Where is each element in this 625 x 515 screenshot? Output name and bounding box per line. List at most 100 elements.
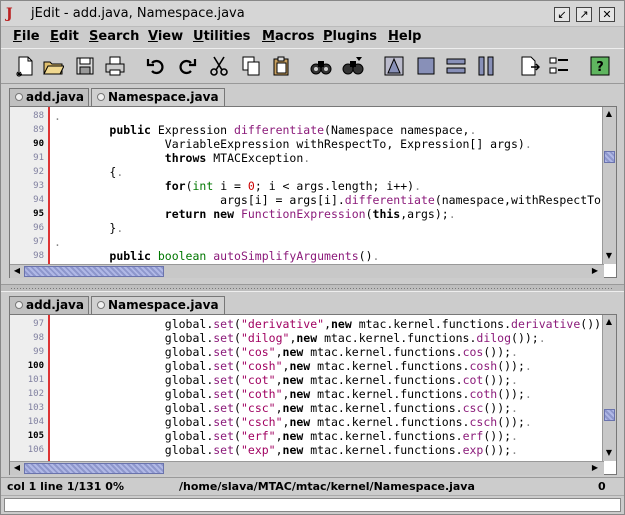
code-line[interactable]: global.set("cos",new mtac.kernel.functio… bbox=[54, 345, 518, 359]
code-token: . bbox=[524, 359, 532, 373]
code-line[interactable]: global.set("dilog",new mtac.kernel.funct… bbox=[54, 331, 546, 345]
code-line[interactable]: {. bbox=[54, 165, 123, 179]
code-line[interactable]: global.set("derivative",new mtac.kernel.… bbox=[54, 317, 601, 331]
cut-icon[interactable] bbox=[207, 54, 231, 78]
scroll-down-arrow[interactable]: ▼ bbox=[603, 447, 615, 459]
code-line[interactable]: global.set("csc",new mtac.kernel.functio… bbox=[54, 401, 518, 415]
tab-namespace-java[interactable]: Namespace.java bbox=[91, 296, 225, 314]
close-button[interactable]: ✕ bbox=[599, 7, 615, 22]
horizontal-split-icon[interactable] bbox=[444, 54, 468, 78]
code-line[interactable]: args[i] = args[i].differentiate(namespac… bbox=[54, 193, 601, 207]
print-icon[interactable] bbox=[103, 54, 127, 78]
scroll-thumb[interactable] bbox=[24, 463, 164, 474]
code-text-area[interactable]: . public Expression differentiate(Namesp… bbox=[54, 107, 604, 264]
buffer-icon[interactable] bbox=[517, 54, 541, 78]
code-line[interactable]: global.set("cosh",new mtac.kernel.functi… bbox=[54, 359, 532, 373]
tab-add-java[interactable]: add.java bbox=[9, 88, 89, 106]
scroll-thumb[interactable] bbox=[604, 409, 615, 421]
code-token: set bbox=[213, 373, 235, 387]
line-number: 90 bbox=[33, 139, 44, 149]
code-line[interactable]: return new FunctionExpression(this,args)… bbox=[54, 207, 456, 221]
menu-file[interactable]: File bbox=[13, 29, 40, 44]
code-line[interactable]: for(int i = 0; i < args.length; i++). bbox=[54, 179, 421, 193]
code-text-area[interactable]: global.set("derivative",new mtac.kernel.… bbox=[54, 315, 604, 461]
menu-search[interactable]: Search bbox=[89, 29, 139, 44]
scroll-thumb[interactable] bbox=[604, 151, 615, 163]
code-line[interactable]: . bbox=[54, 235, 61, 249]
tab-add-java[interactable]: add.java bbox=[9, 296, 89, 314]
horizontal-scrollbar[interactable]: ◀ ▶ bbox=[10, 264, 604, 278]
code-line[interactable]: global.set("cot",new mtac.kernel.functio… bbox=[54, 373, 518, 387]
open-file-icon[interactable] bbox=[41, 54, 65, 78]
paste-icon[interactable] bbox=[269, 54, 293, 78]
minimize-button[interactable]: ↙ bbox=[554, 7, 570, 22]
scroll-up-arrow[interactable]: ▲ bbox=[603, 316, 615, 328]
code-line[interactable]: global.set("csch",new mtac.kernel.functi… bbox=[54, 415, 532, 429]
pane-splitter[interactable] bbox=[1, 284, 624, 292]
menu-macros[interactable]: Macros bbox=[262, 29, 315, 44]
new-file-icon[interactable] bbox=[13, 54, 37, 78]
menu-view[interactable]: View bbox=[148, 29, 183, 44]
code-token: ( bbox=[234, 387, 241, 401]
code-token: ()) bbox=[580, 317, 602, 331]
vertical-scrollbar[interactable]: ▲ ▼ bbox=[602, 315, 616, 461]
code-token: ( bbox=[185, 179, 193, 193]
line-number: 93 bbox=[33, 181, 44, 191]
line-number-gutter[interactable]: 88 89 90 91 92 93 94 95 96 97 98 bbox=[10, 107, 50, 264]
caret-position-status: col 1 line 1/131 0% bbox=[7, 480, 124, 493]
code-token: mtac.kernel.functions. bbox=[317, 359, 470, 373]
vertical-scrollbar[interactable]: ▲ ▼ bbox=[602, 107, 616, 264]
scroll-thumb[interactable] bbox=[24, 266, 164, 277]
code-token: for bbox=[164, 179, 186, 193]
undo-icon[interactable] bbox=[144, 54, 168, 78]
top-editor-pane[interactable]: 88 89 90 91 92 93 94 95 96 97 98 . public Expressi… bbox=[9, 106, 617, 278]
scroll-left-arrow[interactable]: ◀ bbox=[11, 265, 23, 277]
scroll-down-arrow[interactable]: ▼ bbox=[603, 250, 615, 262]
code-token: . bbox=[524, 415, 532, 429]
code-token: . bbox=[448, 207, 456, 221]
code-line[interactable]: public Expression differentiate(Namespac… bbox=[54, 123, 476, 137]
code-token: args[i] = args[i]. bbox=[54, 193, 345, 207]
code-line[interactable]: . bbox=[54, 109, 61, 123]
code-token: "csc" bbox=[240, 401, 276, 415]
code-token: set bbox=[213, 443, 235, 457]
menu-utilities[interactable]: Utilities bbox=[193, 29, 250, 44]
code-token: global. bbox=[54, 331, 214, 345]
code-line[interactable]: global.set("coth",new mtac.kernel.functi… bbox=[54, 387, 532, 401]
scroll-up-arrow[interactable]: ▲ bbox=[603, 108, 615, 120]
help-icon[interactable]: ? bbox=[588, 54, 612, 78]
maximize-button[interactable]: ↗ bbox=[576, 7, 592, 22]
tab-namespace-java[interactable]: Namespace.java bbox=[91, 88, 225, 106]
scroll-right-arrow[interactable]: ▶ bbox=[589, 265, 601, 277]
options-icon[interactable] bbox=[547, 54, 571, 78]
horizontal-scrollbar[interactable]: ◀ ▶ bbox=[10, 461, 604, 475]
scroll-right-arrow[interactable]: ▶ bbox=[589, 462, 601, 474]
scroll-left-arrow[interactable]: ◀ bbox=[11, 462, 23, 474]
code-token: throws bbox=[164, 151, 214, 165]
save-icon[interactable] bbox=[73, 54, 97, 78]
code-line[interactable]: VariableExpression withRespectTo, Expres… bbox=[54, 137, 532, 151]
split-icon[interactable] bbox=[382, 54, 406, 78]
find-next-icon[interactable] bbox=[341, 54, 365, 78]
code-line[interactable]: }. bbox=[54, 221, 123, 235]
code-token: . bbox=[524, 137, 532, 151]
code-line[interactable]: throws MTACException. bbox=[54, 151, 310, 165]
bottom-editor-pane[interactable]: 97 98 99 100 101 102 103 104 105 106 global.set("… bbox=[9, 314, 617, 475]
code-line[interactable]: public boolean autoSimplifyArguments(). bbox=[54, 249, 379, 263]
line-number: 97 bbox=[33, 319, 44, 329]
line-number-gutter[interactable]: 97 98 99 100 101 102 103 104 105 106 bbox=[10, 315, 50, 461]
vertical-split-icon[interactable] bbox=[474, 54, 498, 78]
copy-icon[interactable] bbox=[239, 54, 263, 78]
code-line[interactable]: global.set("erf",new mtac.kernel.functio… bbox=[54, 429, 518, 443]
code-token: . bbox=[414, 179, 422, 193]
code-token: ( bbox=[234, 359, 241, 373]
unsplit-icon[interactable] bbox=[414, 54, 438, 78]
menu-help[interactable]: Help bbox=[388, 29, 421, 44]
find-icon[interactable] bbox=[309, 54, 333, 78]
menu-edit[interactable]: Edit bbox=[50, 29, 79, 44]
code-token: differentiate bbox=[234, 123, 325, 137]
code-line[interactable]: global.set("exp",new mtac.kernel.functio… bbox=[54, 443, 518, 457]
line-number: 91 bbox=[33, 153, 44, 163]
menu-plugins[interactable]: Plugins bbox=[323, 29, 377, 44]
redo-icon[interactable] bbox=[175, 54, 199, 78]
